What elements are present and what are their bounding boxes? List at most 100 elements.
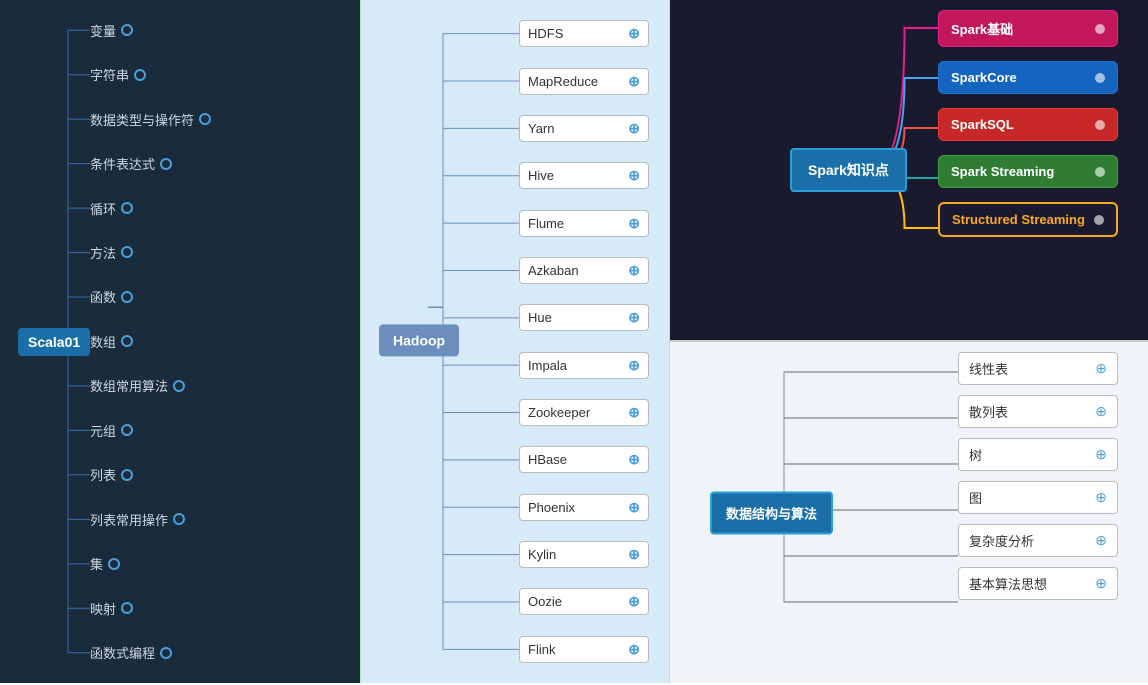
spark-item[interactable]: Spark Streaming — [938, 155, 1118, 188]
hadoop-item[interactable]: Hive ⊕ — [519, 162, 649, 189]
hadoop-item[interactable]: Impala ⊕ — [519, 352, 649, 379]
add-icon[interactable]: ⊕ — [1095, 489, 1107, 506]
ds-panel: 数据结构与算法 线性表⊕散列表⊕树⊕图⊕复杂度分析⊕基本算法思想⊕ — [670, 340, 1148, 683]
spark-item-label: Spark Streaming — [951, 164, 1054, 179]
hadoop-item[interactable]: Phoenix ⊕ — [519, 494, 649, 521]
spark-items-list: Spark基础 SparkCore SparkSQL Spark Streaming S… — [938, 10, 1118, 237]
spark-item[interactable]: Spark基础 — [938, 10, 1118, 47]
ds-item[interactable]: 复杂度分析 ⊕ — [958, 524, 1118, 557]
hadoop-item[interactable]: Hue⊕ — [519, 304, 649, 331]
scala-item[interactable]: 循环 — [90, 199, 290, 218]
scala-item-dot — [121, 602, 133, 614]
ds-item-label: 复杂度分析 — [969, 531, 1034, 550]
ds-item[interactable]: 图⊕ — [958, 481, 1118, 514]
hadoop-item[interactable]: Flink⊕ — [519, 636, 649, 663]
add-icon[interactable]: ⊕ — [1095, 532, 1107, 549]
add-icon[interactable]: ⊕ — [628, 499, 640, 516]
hadoop-items-list: HDFS⊕MapReduce⊕Yarn⊕Hive⊕Flume⊕Azkaban⊕H… — [519, 0, 649, 683]
hadoop-item[interactable]: Kylin⊕ — [519, 541, 649, 568]
scala-item[interactable]: 条件表达式 — [90, 154, 290, 173]
ds-items-list: 线性表⊕散列表⊕树⊕图⊕复杂度分析⊕基本算法思想⊕ — [958, 352, 1118, 600]
hadoop-item[interactable]: HBase ⊕ — [519, 446, 649, 473]
ds-item[interactable]: 树⊕ — [958, 438, 1118, 471]
scala-item[interactable]: 变量 — [90, 21, 290, 40]
add-icon[interactable]: ⊕ — [628, 404, 640, 421]
right-panels: Spark知识点 Spark基础 SparkCore SparkSQL Spark S… — [670, 0, 1148, 683]
spark-root-node[interactable]: Spark知识点 — [790, 148, 907, 192]
add-icon[interactable]: ⊕ — [628, 25, 640, 42]
hadoop-root-node[interactable]: Hadoop — [379, 324, 459, 356]
add-icon[interactable]: ⊕ — [1095, 360, 1107, 377]
scala-item[interactable]: 集 — [90, 554, 290, 573]
spark-item[interactable]: Structured Streaming — [938, 202, 1118, 237]
spark-panel: Spark知识点 Spark基础 SparkCore SparkSQL Spark S… — [670, 0, 1148, 340]
ds-item[interactable]: 线性表 ⊕ — [958, 352, 1118, 385]
ds-item[interactable]: 基本算法思想⊕ — [958, 567, 1118, 600]
scala-item-dot — [121, 202, 133, 214]
hadoop-item-label: Hive — [528, 168, 554, 183]
ds-item[interactable]: 散列表 ⊕ — [958, 395, 1118, 428]
add-icon[interactable]: ⊕ — [628, 451, 640, 468]
add-icon[interactable]: ⊕ — [1095, 575, 1107, 592]
ds-item-label: 线性表 — [969, 359, 1008, 378]
scala-item-dot — [121, 424, 133, 436]
add-icon[interactable]: ⊕ — [628, 593, 640, 610]
ds-root-node[interactable]: 数据结构与算法 — [710, 491, 833, 534]
add-icon[interactable]: ⊕ — [628, 546, 640, 563]
add-icon[interactable]: ⊕ — [628, 73, 640, 90]
scala-item[interactable]: 数据类型与操作符 — [90, 110, 290, 129]
left-panel: Scala01 变量字符串数据类型与操作符条件表达式循环方法函数数组数组常用算法… — [0, 0, 360, 683]
hadoop-item[interactable]: Zookeeper ⊕ — [519, 399, 649, 426]
add-icon[interactable]: ⊕ — [628, 641, 640, 658]
scala-item-dot — [173, 380, 185, 392]
scala-item[interactable]: 函数式编程 — [90, 643, 290, 662]
hadoop-item[interactable]: Yarn⊕ — [519, 115, 649, 142]
scala-item[interactable]: 函数 — [90, 287, 290, 306]
scala-items-list: 变量字符串数据类型与操作符条件表达式循环方法函数数组数组常用算法元组列表列表常用… — [90, 0, 290, 683]
scala-item-dot — [199, 113, 211, 125]
add-icon[interactable]: ⊕ — [1095, 446, 1107, 463]
add-icon[interactable]: ⊕ — [628, 120, 640, 137]
spark-item[interactable]: SparkCore — [938, 61, 1118, 94]
hadoop-item[interactable]: Azkaban ⊕ — [519, 257, 649, 284]
scala-item[interactable]: 映射 — [90, 599, 290, 618]
add-icon[interactable]: ⊕ — [628, 357, 640, 374]
hadoop-item[interactable]: Flume ⊕ — [519, 210, 649, 237]
add-icon[interactable]: ⊕ — [628, 167, 640, 184]
hadoop-item[interactable]: MapReduce⊕ — [519, 68, 649, 95]
scala-item[interactable]: 数组常用算法 — [90, 376, 290, 395]
scala-item[interactable]: 数组 — [90, 332, 290, 351]
center-panel: Hadoop HDFS⊕MapReduce⊕Yarn⊕Hive⊕Flume⊕Az… — [360, 0, 670, 683]
scala-item-dot — [108, 558, 120, 570]
hadoop-item-label: HBase — [528, 452, 567, 467]
scala-item-dot — [121, 291, 133, 303]
add-icon[interactable]: ⊕ — [1095, 403, 1107, 420]
hadoop-item-label: Azkaban — [528, 263, 579, 278]
hadoop-item[interactable]: Oozie ⊕ — [519, 588, 649, 615]
scala-item-dot — [121, 335, 133, 347]
add-icon[interactable]: ⊕ — [628, 215, 640, 232]
hadoop-item[interactable]: HDFS ⊕ — [519, 20, 649, 47]
hadoop-item-label: Impala — [528, 358, 567, 373]
hadoop-item-label: HDFS — [528, 26, 563, 41]
spark-item[interactable]: SparkSQL — [938, 108, 1118, 141]
hadoop-item-label: Phoenix — [528, 500, 575, 515]
ds-item-label: 散列表 — [969, 402, 1008, 421]
hadoop-item-label: Zookeeper — [528, 405, 590, 420]
hadoop-item-label: Oozie — [528, 594, 562, 609]
scala-item[interactable]: 元组 — [90, 421, 290, 440]
ds-item-label: 树 — [969, 445, 982, 464]
spark-dot — [1095, 24, 1105, 34]
add-icon[interactable]: ⊕ — [628, 309, 640, 326]
scala-item-dot — [173, 513, 185, 525]
add-icon[interactable]: ⊕ — [628, 262, 640, 279]
scala-item[interactable]: 字符串 — [90, 65, 290, 84]
scala-item[interactable]: 列表 — [90, 465, 290, 484]
hadoop-item-label: Flume — [528, 216, 564, 231]
scala-item[interactable]: 方法 — [90, 243, 290, 262]
spark-dot — [1095, 120, 1105, 130]
spark-item-label: Structured Streaming — [952, 212, 1085, 227]
scala-root-node[interactable]: Scala01 — [18, 328, 90, 356]
scala-item-dot — [160, 647, 172, 659]
scala-item[interactable]: 列表常用操作 — [90, 510, 290, 529]
